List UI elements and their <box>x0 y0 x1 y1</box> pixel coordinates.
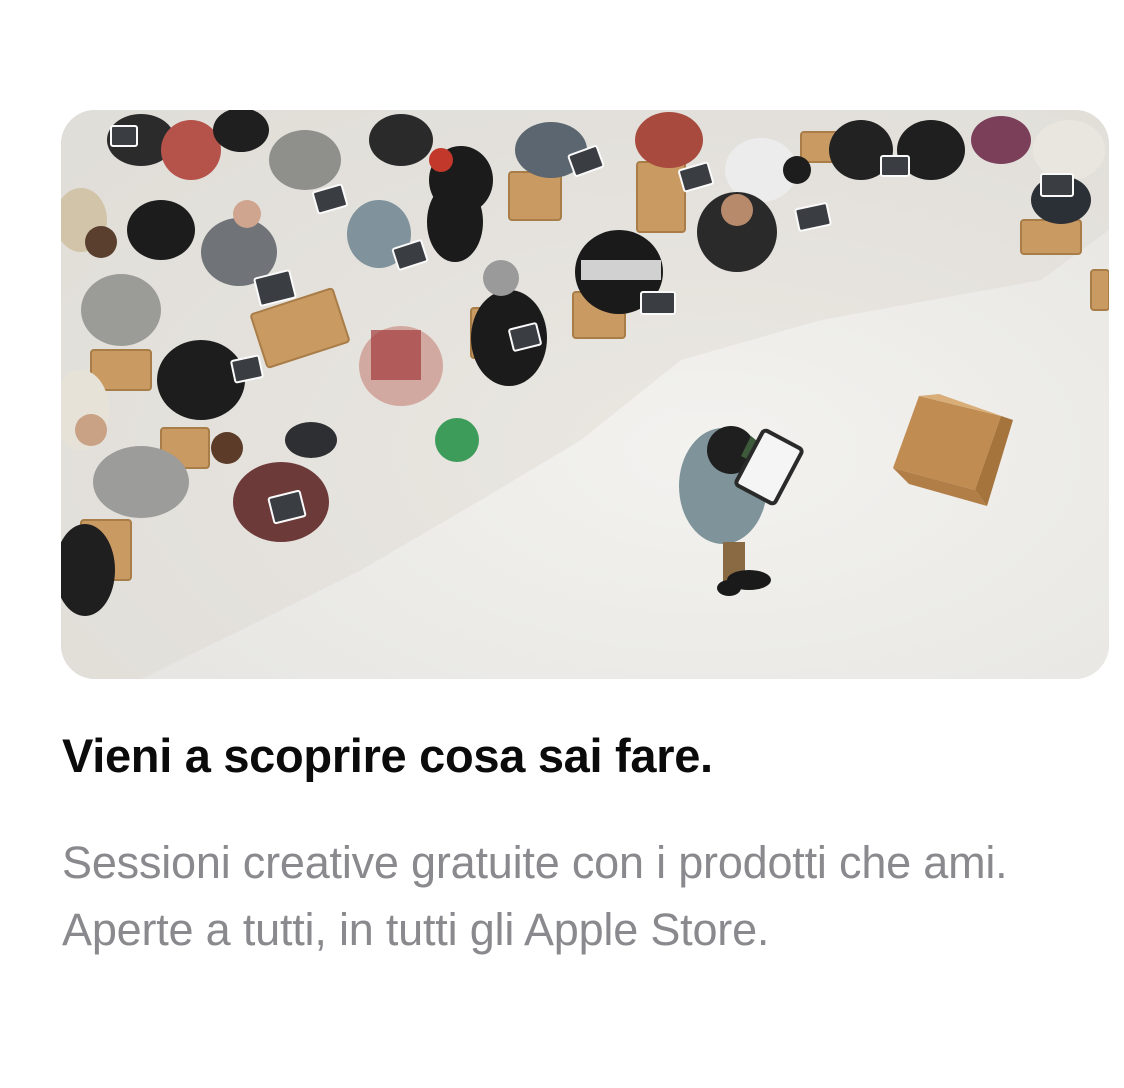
session-photo-illustration <box>61 110 1109 679</box>
card-description: Sessioni creative gratuite con i prodott… <box>62 837 1008 955</box>
session-photo[interactable] <box>61 110 1109 679</box>
card-title: Vieni a scoprire cosa sai fare. <box>62 729 713 782</box>
